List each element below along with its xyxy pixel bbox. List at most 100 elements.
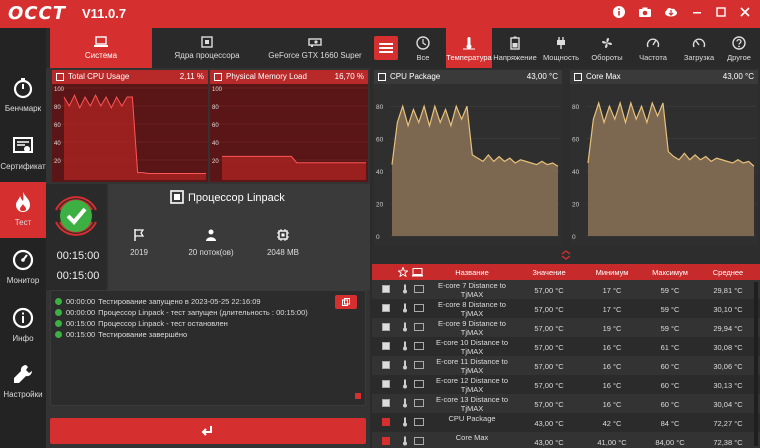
tab-temperature[interactable]: Температура xyxy=(446,28,492,68)
sensor-avg: 30,06 °C xyxy=(713,362,743,371)
tab-gpu[interactable]: GeForce GTX 1660 Super xyxy=(262,28,368,68)
star-icon[interactable] xyxy=(398,267,408,277)
info-icon[interactable] xyxy=(610,5,628,23)
column-header-max[interactable]: Максимум xyxy=(640,268,700,277)
title-bar: OCCT V11.0.7 xyxy=(0,0,760,28)
sidebar-item-settings[interactable]: Настройки xyxy=(0,354,46,410)
maximize-icon[interactable] xyxy=(712,5,730,23)
row-checkbox[interactable] xyxy=(382,437,390,445)
log-entry: 00:15:00 Тестирование завершёно xyxy=(55,330,187,341)
row-checkbox[interactable] xyxy=(382,285,390,293)
sidebar-item-certificate[interactable]: Сертификат xyxy=(0,126,46,182)
table-row[interactable]: E-core 10 Distance to TjMAX 57,00 °C 16 °C… xyxy=(372,337,760,356)
table-row[interactable]: Core Max 43,00 °C 41,00 °C 84,00 °C 72,38 °C xyxy=(372,432,760,448)
gpu-icon xyxy=(308,38,322,47)
series-toggle[interactable] xyxy=(574,73,582,81)
sensor-avg: 72,38 °C xyxy=(713,438,743,447)
tab-label: Ядра процессора xyxy=(174,51,240,60)
row-checkbox[interactable] xyxy=(382,418,390,426)
copy-log-button[interactable] xyxy=(335,295,357,309)
sensor-max: 84,00 °C xyxy=(655,438,685,447)
sidebar-item-label: Сертификат xyxy=(0,162,46,171)
tab-all[interactable]: Все xyxy=(400,28,446,68)
tab-power[interactable]: Мощность xyxy=(538,28,584,68)
table-row[interactable]: E-core 9 Distance to TjMAX 57,00 °C 19 °C 5… xyxy=(372,318,760,337)
graph-toggle-icon[interactable] xyxy=(414,342,424,350)
graph-toggle-icon[interactable] xyxy=(414,437,424,445)
sensor-name: E-core 13 Distance to TjMAX xyxy=(435,395,509,413)
sidebar-item-info[interactable]: Инфо xyxy=(0,298,46,354)
sidebar-item-monitor[interactable]: Монитор xyxy=(0,240,46,296)
row-checkbox[interactable] xyxy=(382,304,390,312)
sidebar-item-test[interactable]: Тест xyxy=(0,182,46,238)
graph-toggle-icon[interactable] xyxy=(414,323,424,331)
graph-toggle-icon[interactable] xyxy=(414,399,424,407)
cpu-thread-icon xyxy=(206,229,216,241)
tab-fans[interactable]: Обороты xyxy=(584,28,630,68)
hamburger-menu-button[interactable] xyxy=(374,36,398,60)
column-header-min[interactable]: Минимум xyxy=(584,268,640,277)
row-checkbox[interactable] xyxy=(382,361,390,369)
sidebar-item-benchmark[interactable]: Бенчмарк xyxy=(0,68,46,124)
sensor-value: 57,00 °C xyxy=(534,305,564,314)
y-tick-label: 60 xyxy=(212,123,219,129)
tab-system[interactable]: Система xyxy=(50,28,152,68)
table-row[interactable]: E-core 7 Distance to TjMAX 57,00 °C 17 °C 5… xyxy=(372,280,760,299)
graph-toggle-icon[interactable] xyxy=(414,304,424,312)
sidebar-item-label: Монитор xyxy=(6,276,40,285)
graph-toggle-icon[interactable] xyxy=(414,418,424,426)
graph-toggle-icon[interactable] xyxy=(414,380,424,388)
column-header-avg[interactable]: Среднее xyxy=(700,268,756,277)
thermometer-icon xyxy=(403,398,407,408)
graph-toggle-icon[interactable] xyxy=(412,268,423,277)
y-tick-label: 80 xyxy=(572,104,580,111)
column-header-name[interactable]: Название xyxy=(432,268,512,277)
table-row[interactable]: E-core 11 Distance to TjMAX 57,00 °C 16 °C… xyxy=(372,356,760,375)
thermometer-icon xyxy=(403,341,407,351)
table-row[interactable]: E-core 13 Distance to TjMAX 57,00 °C 16 °C… xyxy=(372,394,760,413)
row-checkbox[interactable] xyxy=(382,323,390,331)
camera-icon[interactable] xyxy=(636,5,654,23)
minimize-icon[interactable] xyxy=(688,5,706,23)
log-scroll-handle[interactable] xyxy=(355,393,361,399)
tab-frequency[interactable]: Частота xyxy=(630,28,676,68)
row-checkbox[interactable] xyxy=(382,380,390,388)
thermometer-icon xyxy=(403,417,407,427)
load-gauge-icon xyxy=(692,38,706,48)
sensor-avg: 30,10 °C xyxy=(713,305,743,314)
table-row[interactable]: E-core 12 Distance to TjMAX 57,00 °C 16 °C… xyxy=(372,375,760,394)
table-scrollbar[interactable] xyxy=(754,282,758,446)
thermometer-icon xyxy=(403,284,407,294)
thermometer-icon xyxy=(403,360,407,370)
cpu-icon xyxy=(170,190,184,204)
stat-value: 2019 xyxy=(130,248,148,257)
stat-threads: 20 поток(ов) xyxy=(176,228,246,257)
graph-toggle-icon[interactable] xyxy=(414,285,424,293)
cloud-icon[interactable] xyxy=(662,5,680,23)
sensor-max: 59 °C xyxy=(660,305,680,314)
graph-toggle-icon[interactable] xyxy=(414,361,424,369)
start-test-button[interactable] xyxy=(50,418,366,444)
stat-value: 2048 MB xyxy=(266,248,300,257)
thermometer-icon xyxy=(463,37,475,50)
table-row[interactable]: E-core 8 Distance to TjMAX 57,00 °C 17 °C 5… xyxy=(372,299,760,318)
y-tick-label: 40 xyxy=(212,141,219,147)
sensor-name: E-core 8 Distance to TjMAX xyxy=(438,300,506,318)
tab-other[interactable]: Другое xyxy=(716,28,760,68)
sensor-value: 57,00 °C xyxy=(534,324,564,333)
column-header-value[interactable]: Значение xyxy=(514,268,584,277)
series-toggle[interactable] xyxy=(214,73,222,81)
sensor-min: 16 °C xyxy=(602,362,622,371)
splitter-handle[interactable] xyxy=(560,250,572,260)
row-checkbox[interactable] xyxy=(382,342,390,350)
tab-voltage[interactable]: Напряжение xyxy=(492,28,538,68)
tab-cpu-cores[interactable]: Ядра процессора xyxy=(154,28,260,68)
close-icon[interactable] xyxy=(736,5,754,23)
series-toggle[interactable] xyxy=(56,73,64,81)
sensor-min: 19 °C xyxy=(602,324,622,333)
plug-icon xyxy=(557,37,565,49)
row-checkbox[interactable] xyxy=(382,399,390,407)
table-row[interactable]: CPU Package 43,00 °C 42 °C 84 °C 72,27 °C xyxy=(372,413,760,432)
series-toggle[interactable] xyxy=(378,73,386,81)
device-tabs: Система Ядра процессора GeForce GTX 1660… xyxy=(46,28,370,68)
